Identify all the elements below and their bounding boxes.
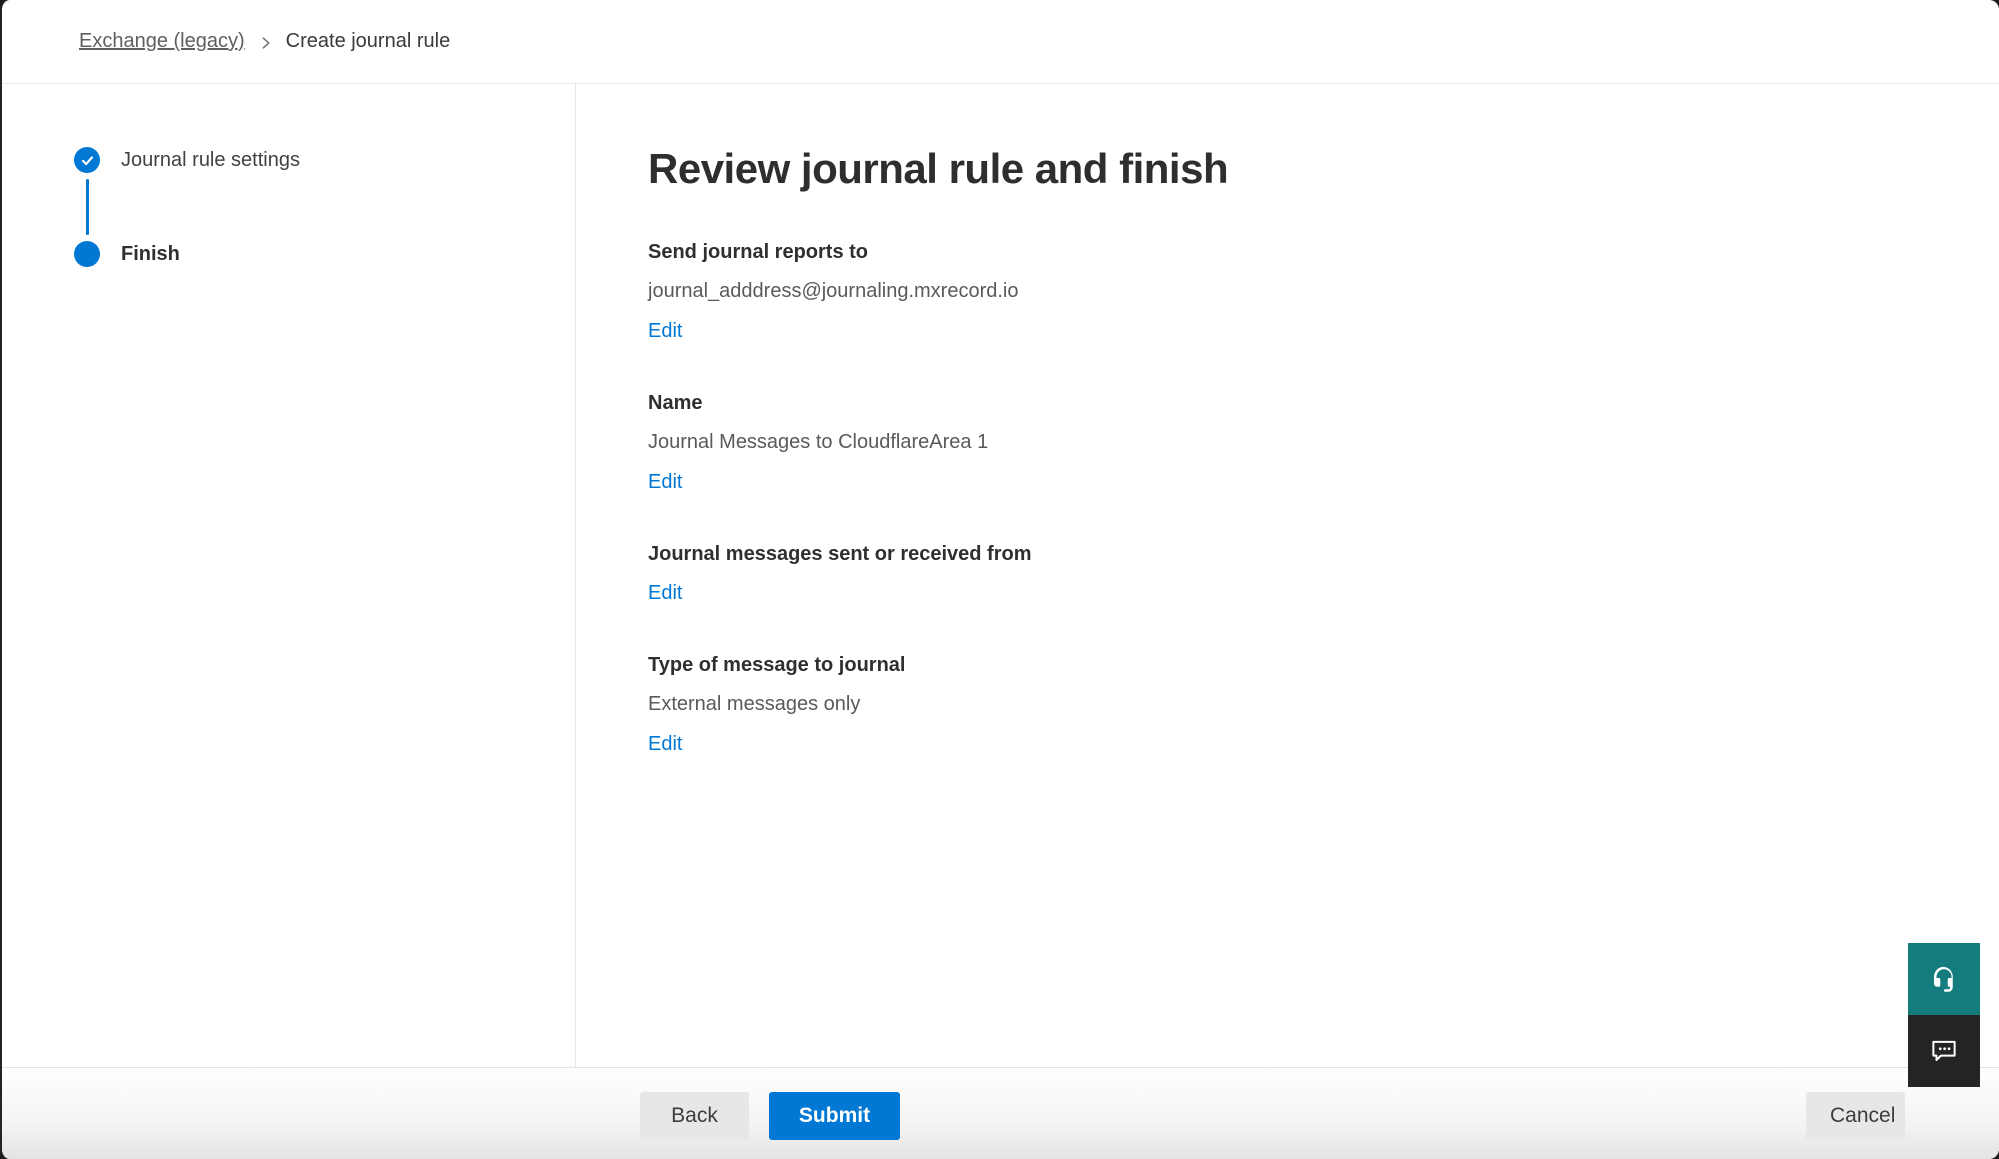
edit-link[interactable]: Edit — [648, 318, 682, 344]
section-label: Type of message to journal — [648, 652, 1999, 678]
step-label: Journal rule settings — [121, 149, 300, 172]
floating-button-stack — [1908, 943, 1980, 1087]
edit-link[interactable]: Edit — [648, 731, 682, 757]
feedback-speech-bubble-icon — [1929, 1035, 1959, 1068]
section-type-of-message-to-journal: Type of message to journal External mess… — [648, 652, 1999, 757]
footer-action-bar: Back Submit Cancel — [2, 1067, 1999, 1159]
cancel-button[interactable]: Cancel — [1806, 1092, 1905, 1140]
submit-button[interactable]: Submit — [769, 1092, 900, 1140]
edit-link[interactable]: Edit — [648, 580, 682, 606]
step-journal-rule-settings[interactable]: Journal rule settings — [74, 147, 575, 173]
section-send-journal-reports-to: Send journal reports to journal_adddress… — [648, 239, 1999, 344]
chevron-right-icon — [259, 36, 272, 50]
section-label: Send journal reports to — [648, 239, 1999, 265]
breadcrumb-current-page: Create journal rule — [286, 30, 451, 53]
exchange-admin-window: Exchange (legacy) Create journal rule Jo… — [0, 0, 1999, 1159]
breadcrumb-link-exchange-legacy[interactable]: Exchange (legacy) — [79, 30, 245, 53]
section-label: Journal messages sent or received from — [648, 541, 1999, 567]
step-current-dot-icon — [74, 241, 100, 267]
section-value: External messages only — [648, 691, 1999, 717]
step-label: Finish — [121, 243, 180, 266]
step-finish[interactable]: Finish — [74, 241, 575, 267]
breadcrumb: Exchange (legacy) Create journal rule — [79, 30, 450, 53]
section-value: Journal Messages to CloudflareArea 1 — [648, 429, 1999, 455]
headset-icon — [1929, 963, 1959, 996]
section-label: Name — [648, 390, 1999, 416]
header-bar: Exchange (legacy) Create journal rule — [2, 0, 1999, 84]
review-pane: Review journal rule and finish Send jour… — [576, 84, 1999, 1067]
edit-link[interactable]: Edit — [648, 469, 682, 495]
section-journal-messages-sent-or-received-from: Journal messages sent or received from E… — [648, 541, 1999, 606]
step-connector-line — [86, 179, 89, 235]
support-button[interactable] — [1908, 943, 1980, 1015]
feedback-button[interactable] — [1908, 1015, 1980, 1087]
back-button[interactable]: Back — [640, 1092, 749, 1140]
wizard-steps-panel: Journal rule settings Finish — [2, 84, 576, 1067]
page-title: Review journal rule and finish — [648, 143, 1999, 195]
section-name: Name Journal Messages to CloudflareArea … — [648, 390, 1999, 495]
section-value: journal_adddress@journaling.mxrecord.io — [648, 278, 1999, 304]
step-completed-check-icon — [74, 147, 100, 173]
